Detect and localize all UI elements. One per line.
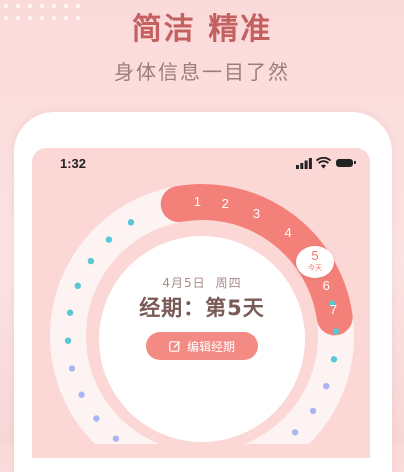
today-label: 今天: [308, 264, 322, 272]
cycle-day-dot[interactable]: [309, 407, 317, 415]
edit-period-label: 编辑经期: [186, 339, 235, 354]
period-day-label[interactable]: 1: [187, 194, 207, 209]
cycle-day-dot[interactable]: [78, 391, 85, 398]
cycle-day-dot[interactable]: [105, 236, 113, 243]
cycle-day-dot[interactable]: [291, 429, 299, 436]
edit-period-button[interactable]: 编辑经期: [146, 332, 258, 360]
cycle-day-dot[interactable]: [127, 219, 135, 226]
current-date: 4月5日 周四: [0, 274, 404, 291]
cycle-day-dot[interactable]: [87, 257, 95, 265]
period-day-label[interactable]: 2: [215, 196, 235, 211]
cycle-day-dot[interactable]: [332, 328, 340, 335]
today-marker[interactable]: 5 今天: [296, 246, 334, 278]
period-day-label[interactable]: 4: [278, 225, 298, 240]
period-day-label[interactable]: 6: [316, 278, 336, 293]
cycle-day-dot[interactable]: [93, 415, 100, 422]
period-day-label[interactable]: 3: [247, 206, 267, 221]
today-day-number: 5: [311, 248, 319, 263]
cycle-day-dot[interactable]: [68, 365, 76, 372]
edit-icon: [169, 341, 181, 352]
weekday-text: 周四: [215, 276, 242, 290]
cycle-day-dot[interactable]: [330, 356, 338, 363]
period-day-label[interactable]: 7: [324, 302, 344, 317]
cycle-day-dot[interactable]: [323, 382, 330, 390]
cycle-day-dot[interactable]: [112, 435, 120, 442]
date-text: 4月5日: [162, 276, 206, 290]
cycle-day-dot[interactable]: [64, 337, 72, 344]
